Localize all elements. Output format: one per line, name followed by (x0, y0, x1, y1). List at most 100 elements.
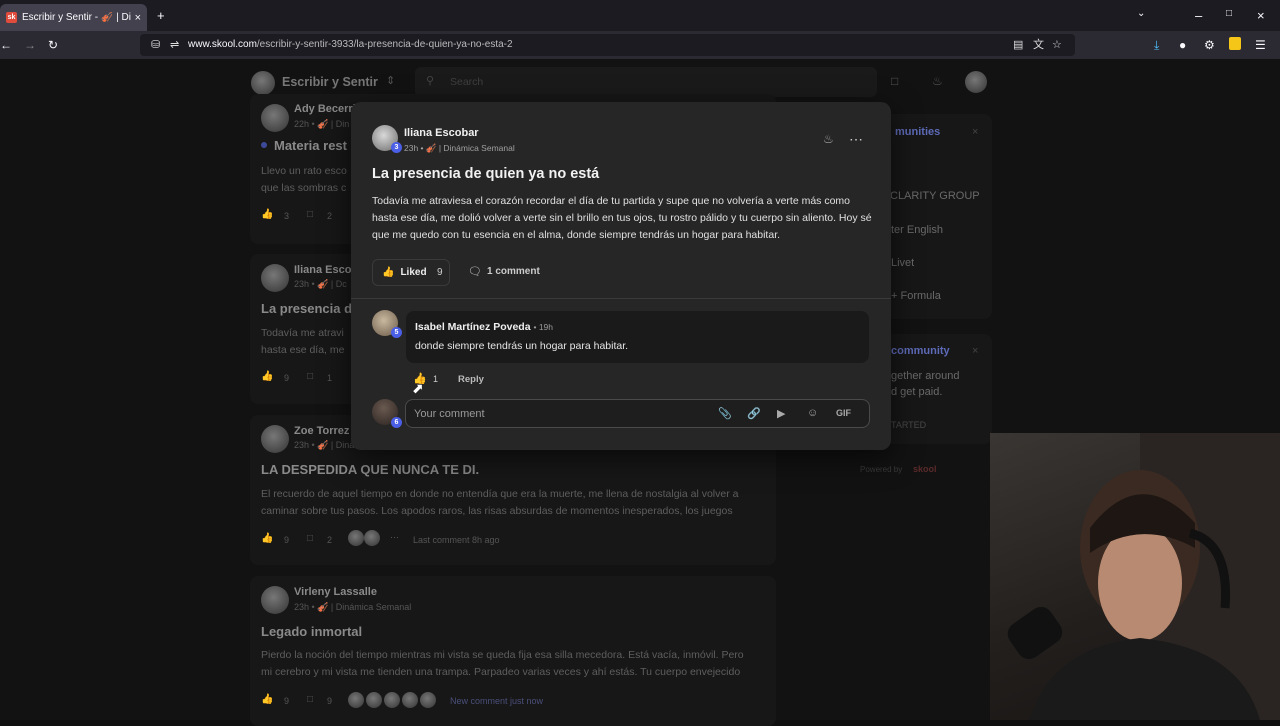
link-icon[interactable]: 🔗 (747, 407, 761, 420)
author-avatar[interactable] (261, 425, 289, 453)
thumbs-up-icon[interactable]: 👍 (261, 533, 273, 544)
notification-bell-icon[interactable]: ♨ (932, 74, 943, 88)
author-avatar[interactable] (261, 586, 289, 614)
window-close-icon[interactable]: × (1257, 8, 1265, 23)
reload-icon[interactable]: ↻ (48, 38, 58, 52)
browser-tab[interactable]: sk Escribir y Sentir - 🎻 | Dinámica × (0, 4, 147, 31)
comment-icon[interactable]: □ (307, 209, 313, 220)
like-label: Liked (400, 267, 427, 278)
community-name[interactable]: Escribir y Sentir (282, 75, 378, 89)
commenter-avatar (364, 530, 380, 546)
comment-like-count: 1 (433, 374, 439, 384)
post-author[interactable]: Virleny Lassalle (294, 586, 377, 598)
post-title[interactable]: Legado inmortal (261, 624, 362, 639)
thumbs-up-icon[interactable]: 👍 (261, 209, 273, 220)
post-author[interactable]: Iliana Escob (294, 264, 358, 276)
like-button[interactable]: 👍 Liked 9 (372, 259, 450, 286)
commenter-avatar (402, 692, 418, 708)
level-badge: 5 (391, 327, 402, 338)
community-switcher-icon[interactable]: ⇕ (386, 74, 395, 87)
extension-r-icon[interactable] (1229, 37, 1241, 50)
like-count: 9 (284, 535, 290, 545)
comment-icon[interactable]: □ (307, 533, 313, 544)
post-modal: 3 Iliana Escobar 23h • 🎻 | Dinámica Sema… (351, 102, 891, 450)
community-logo[interactable] (251, 71, 275, 95)
author-avatar[interactable] (261, 264, 289, 292)
tab-close-icon[interactable]: × (135, 12, 141, 24)
post-body: Todavía me atraviesa el corazón recordar… (372, 195, 872, 241)
address-bar[interactable]: ⛁ ⇌ www.skool.com/escribir-y-sentir-3933… (140, 34, 1075, 56)
level-badge: 6 (391, 417, 402, 428)
menu-icon[interactable]: ☰ (1255, 38, 1266, 52)
post-title[interactable]: Materia rest (274, 138, 347, 153)
sidebar-community-item[interactable]: + Formula (891, 290, 941, 302)
post-title: La presencia de quien ya no está (372, 166, 600, 182)
author-avatar[interactable] (261, 104, 289, 132)
sidebar-community-item[interactable]: ter English (891, 224, 943, 236)
emoji-icon[interactable]: ☺ (807, 407, 818, 419)
chat-icon[interactable]: □ (891, 74, 898, 88)
more-icon[interactable]: ⋯ (849, 131, 864, 148)
extensions-puzzle-icon[interactable]: ⚙ (1204, 38, 1215, 52)
comment-count: 2 (327, 211, 333, 221)
download-icon[interactable]: ⤓ (1154, 38, 1159, 53)
post-title[interactable]: LA DESPEDIDA QUE NUNCA TE DI. (261, 462, 479, 477)
comment-icon[interactable]: 🗨 (468, 265, 482, 278)
thumbs-up-icon: 👍 (382, 267, 395, 278)
comment-author[interactable]: Isabel Martínez Poveda • 19h (415, 321, 553, 333)
site-info-icon[interactable]: ⇌ (170, 34, 179, 56)
youtube-icon[interactable]: ▶ (777, 407, 785, 420)
close-icon[interactable]: × (972, 345, 978, 357)
post-author[interactable]: Iliana Escobar (404, 127, 479, 139)
commenter-avatar (348, 692, 364, 708)
reader-view-icon[interactable]: ▤ (1013, 34, 1023, 56)
post-author[interactable]: Ady Becerri (294, 103, 356, 115)
sidebar-community-item[interactable]: Livet (891, 257, 914, 269)
sidebar-community-item[interactable]: CLARITY GROUP (890, 190, 980, 202)
post-author[interactable]: Zoe Torrez (294, 425, 349, 437)
post-excerpt-line: Llevo un rato esco (261, 165, 347, 177)
sidebar-heading: community (891, 345, 950, 357)
comment-count[interactable]: 1 comment (487, 266, 540, 277)
back-icon[interactable]: ← (0, 38, 12, 52)
get-started-button[interactable]: TARTED (891, 420, 926, 430)
post-excerpt-line: hasta ese día, me (261, 344, 345, 356)
maximize-icon[interactable]: □ (1226, 8, 1232, 19)
post-excerpt-line: El recuerdo de aquel tiempo en donde no … (261, 488, 739, 500)
level-badge: 3 (391, 142, 402, 153)
feed-post[interactable]: Virleny Lassalle 23h • 🎻 | Dinámica Sema… (250, 576, 776, 726)
bell-icon[interactable]: ♨ (823, 132, 834, 146)
sidebar-text: d get paid. (891, 386, 943, 398)
shield-icon[interactable]: ⛁ (151, 34, 160, 56)
tab-list-chevron-icon[interactable]: ⌄ (1137, 8, 1145, 19)
mouse-cursor-icon: ⬈ (412, 380, 424, 396)
translate-icon[interactable]: 文 (1033, 34, 1044, 56)
commenter-avatar (384, 692, 400, 708)
commenter-avatar (348, 530, 364, 546)
more-dots-icon: ⋯ (390, 532, 399, 542)
comment-icon[interactable]: □ (307, 694, 313, 705)
post-title[interactable]: La presencia d (261, 301, 352, 316)
url-domain: www.skool.com (188, 39, 257, 50)
post-excerpt-line: caminar sobre tus pasos. Los apodos raro… (261, 505, 733, 517)
attach-icon[interactable]: 📎 (718, 407, 732, 420)
forward-icon[interactable]: → (24, 38, 36, 52)
minimize-icon[interactable]: – (1195, 8, 1202, 23)
extension-dark-icon[interactable]: ● (1179, 38, 1186, 52)
bookmark-star-icon[interactable]: ☆ (1052, 34, 1062, 56)
reply-button[interactable]: Reply (458, 374, 484, 385)
new-tab-button[interactable]: + (157, 8, 165, 23)
thumbs-up-icon[interactable]: 👍 (261, 371, 273, 382)
like-count: 3 (284, 211, 290, 221)
search-bar[interactable]: ⚲ Search (415, 67, 877, 97)
comment-author-name[interactable]: Isabel Martínez Poveda (415, 321, 531, 333)
user-avatar[interactable] (965, 71, 987, 93)
like-count: 9 (437, 267, 443, 278)
close-icon[interactable]: × (972, 126, 978, 138)
gif-button[interactable]: GIF (836, 408, 851, 418)
comment-input-box[interactable]: 📎 🔗 ▶ ☺ GIF (405, 399, 870, 428)
comment-input[interactable] (414, 406, 714, 422)
thumbs-up-icon[interactable]: 👍 (261, 694, 273, 705)
comment-icon[interactable]: □ (307, 371, 313, 382)
post-excerpt-line: Pierdo la noción del tiempo mientras mi … (261, 649, 744, 661)
